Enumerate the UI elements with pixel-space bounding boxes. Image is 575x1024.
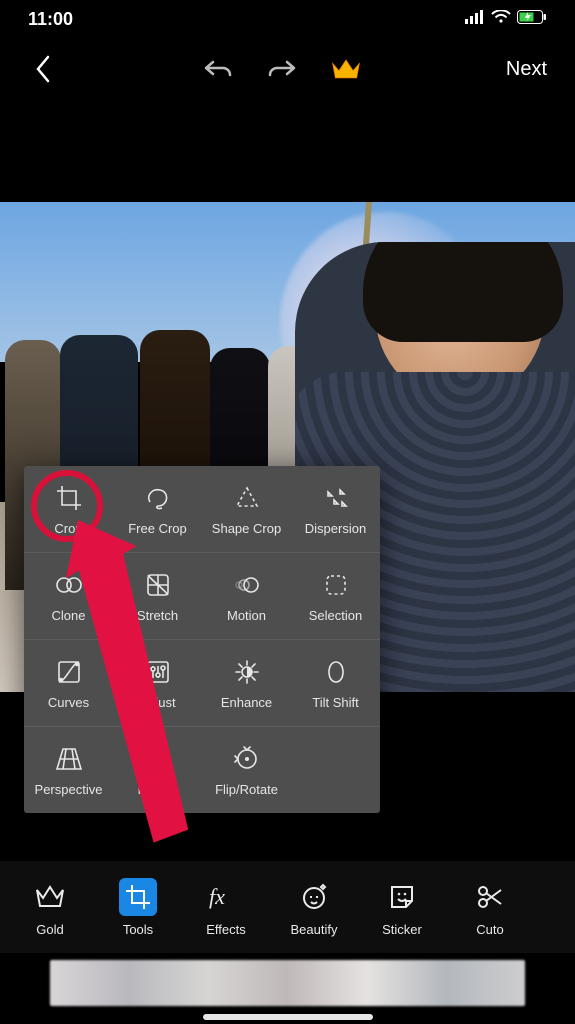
tool-label: Flip/Rotate [215,782,278,797]
tool-dispersion[interactable]: Dispersion [291,466,380,552]
tool-adjust[interactable]: Adjust [113,640,202,726]
bottom-toolbar: Gold Tools fx Effects Beautify Sticker C… [0,861,575,953]
tool-label: Selection [309,608,362,623]
curves-icon [54,657,84,687]
bottom-tab-beautify[interactable]: Beautify [270,867,358,947]
sticker-icon [383,878,421,916]
tools-row: Crop Free Crop Shape Crop Dispersion [24,466,380,553]
battery-icon [517,10,547,29]
tool-label: Enhance [221,695,272,710]
bottom-tab-label: Effects [206,922,246,937]
wifi-icon [491,10,511,29]
bottom-tab-sticker[interactable]: Sticker [358,867,446,947]
tool-motion[interactable]: Motion [202,553,291,639]
tool-free-crop[interactable]: Free Crop [113,466,202,552]
tool-label: Curves [48,695,89,710]
tool-label: Dispersion [305,521,366,536]
tool-label: Crop [54,521,82,536]
crop-icon [119,878,157,916]
bottom-tab-label: Tools [123,922,153,937]
motion-icon [232,570,262,600]
tilt-shift-icon [321,657,351,687]
tool-clone[interactable]: Clone [24,553,113,639]
bottom-tab-cutout[interactable]: Cuto [446,867,534,947]
thumbnail-strip[interactable] [50,960,525,1006]
perspective-icon [54,744,84,774]
tool-label: Motion [227,608,266,623]
stretch-icon [143,570,173,600]
bottom-tab-effects[interactable]: fx Effects [182,867,270,947]
crop-icon [54,483,84,513]
crown-outline-icon [31,878,69,916]
top-nav: Next [0,36,575,98]
tool-label: Free Crop [128,521,187,536]
tool-label: Shape Crop [212,521,281,536]
tools-row: Curves Adjust Enhance Tilt Shift [24,640,380,727]
shape-crop-icon [232,483,262,513]
scissors-icon [471,878,509,916]
tools-panel: Crop Free Crop Shape Crop Dispersion Clo… [24,466,380,813]
tool-label: Clone [52,608,86,623]
tool-flip-rotate[interactable]: Flip/Rotate [202,727,291,813]
bottom-tab-label: Gold [36,922,63,937]
tool-tilt-shift[interactable]: Tilt Shift [291,640,380,726]
status-bar: 11:00 [0,0,575,36]
tool-label: Perspective [35,782,103,797]
tools-row: Perspective Resize Flip/Rotate [24,727,380,813]
status-icons [465,10,547,29]
resize-icon [143,744,173,774]
redo-button[interactable] [267,54,297,84]
status-time: 11:00 [28,9,73,30]
tool-label: Resize [138,782,178,797]
home-indicator[interactable] [203,1014,373,1020]
fx-icon: fx [207,878,245,916]
tool-crop[interactable]: Crop [24,466,113,552]
tool-enhance[interactable]: Enhance [202,640,291,726]
svg-text:fx: fx [209,884,225,909]
tool-label: Adjust [139,695,175,710]
tool-label: Stretch [137,608,178,623]
next-button[interactable]: Next [506,58,547,81]
bottom-tab-gold[interactable]: Gold [6,867,94,947]
crown-icon[interactable] [331,54,361,84]
tool-curves[interactable]: Curves [24,640,113,726]
back-button[interactable] [28,54,58,84]
tool-resize[interactable]: Resize [113,727,202,813]
tool-label: Tilt Shift [312,695,358,710]
tool-selection[interactable]: Selection [291,553,380,639]
undo-button[interactable] [203,54,233,84]
selection-icon [321,570,351,600]
flip-rotate-icon [232,744,262,774]
tools-row: Clone Stretch Motion Selection [24,553,380,640]
bottom-tab-label: Cuto [476,922,503,937]
signal-icon [465,10,485,29]
enhance-icon [232,657,262,687]
clone-icon [54,570,84,600]
bottom-tab-label: Beautify [291,922,338,937]
tool-shape-crop[interactable]: Shape Crop [202,466,291,552]
bottom-tab-tools[interactable]: Tools [94,867,182,947]
adjust-icon [143,657,173,687]
tool-perspective[interactable]: Perspective [24,727,113,813]
bottom-tab-label: Sticker [382,922,422,937]
tool-stretch[interactable]: Stretch [113,553,202,639]
beautify-icon [295,878,333,916]
free-crop-icon [143,483,173,513]
dispersion-icon [321,483,351,513]
